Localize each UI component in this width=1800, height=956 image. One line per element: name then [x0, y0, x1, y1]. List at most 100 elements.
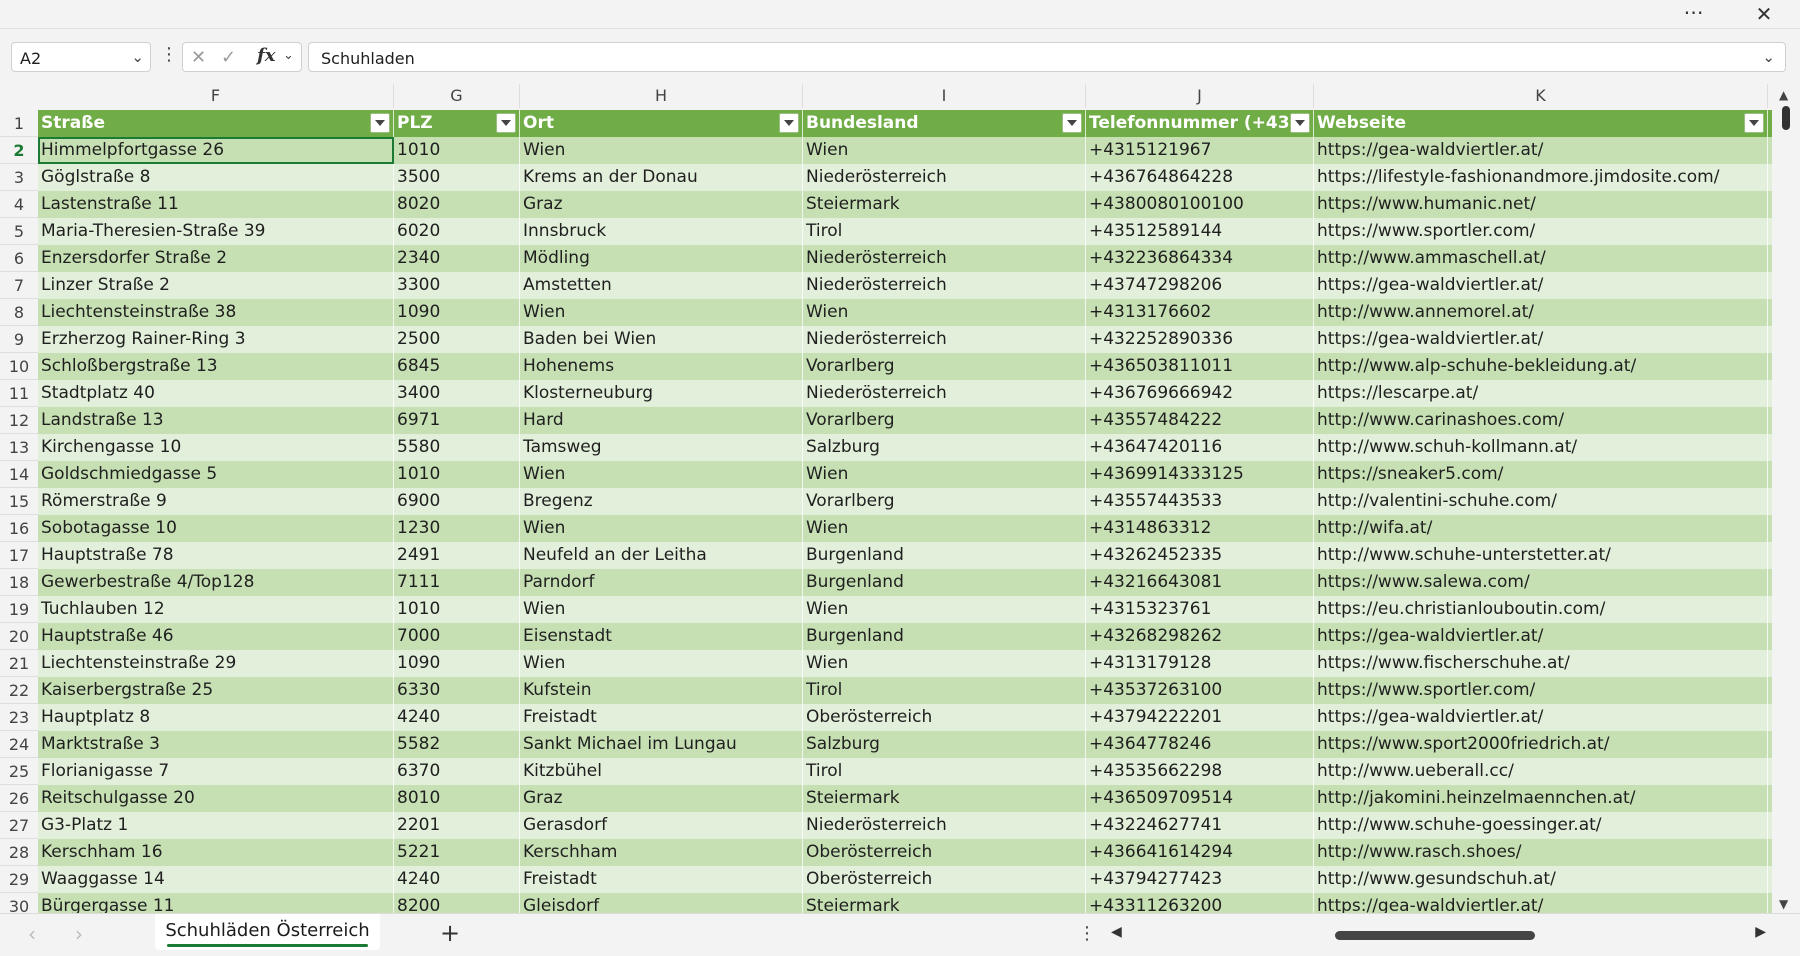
table-cell[interactable]: Gleisdorf [520, 893, 803, 913]
table-cell[interactable]: Tirol [803, 758, 1086, 785]
column-header-f[interactable]: F [38, 84, 394, 108]
table-cell[interactable]: 7000 [394, 623, 520, 650]
table-cell[interactable]: http://www.schuh-kollmann.at/ [1314, 434, 1768, 461]
table-cell[interactable]: Gewerbestraße 4/Top128 [38, 569, 394, 596]
row-header-11[interactable]: 11 [0, 380, 38, 407]
row-header-8[interactable]: 8 [0, 299, 38, 326]
close-icon[interactable]: ✕ [1744, 0, 1784, 28]
table-cell[interactable]: Burgenland [803, 569, 1086, 596]
table-cell[interactable]: 6845 [394, 353, 520, 380]
table-cell[interactable]: Lastenstraße 11 [38, 191, 394, 218]
table-cell[interactable]: Burgenland [803, 542, 1086, 569]
table-cell[interactable]: http://www.schuhe-goessinger.at/ [1314, 812, 1768, 839]
table-cell[interactable]: Wien [803, 596, 1086, 623]
filter-dropdown-icon[interactable] [1290, 113, 1310, 133]
table-cell[interactable]: Vorarlberg [803, 488, 1086, 515]
filter-dropdown-icon[interactable] [1062, 113, 1082, 133]
row-header-28[interactable]: 28 [0, 839, 38, 866]
table-cell[interactable]: +43216643081 [1086, 569, 1314, 596]
table-cell[interactable]: Wien [520, 596, 803, 623]
row-header-3[interactable]: 3 [0, 164, 38, 191]
table-cell[interactable]: Hauptstraße 46 [38, 623, 394, 650]
table-cell[interactable]: Amstetten [520, 272, 803, 299]
table-cell[interactable]: Niederösterreich [803, 380, 1086, 407]
table-cell[interactable]: https://gea-waldviertler.at/ [1314, 893, 1768, 913]
column-header-i[interactable]: I [803, 84, 1086, 108]
table-cell[interactable]: +43647420116 [1086, 434, 1314, 461]
table-cell[interactable]: Niederösterreich [803, 812, 1086, 839]
table-cell[interactable]: Niederösterreich [803, 245, 1086, 272]
table-cell[interactable]: +43262452335 [1086, 542, 1314, 569]
table-cell[interactable]: 4240 [394, 704, 520, 731]
row-header-13[interactable]: 13 [0, 434, 38, 461]
table-cell[interactable]: 6971 [394, 407, 520, 434]
table-cell[interactable]: +43794222201 [1086, 704, 1314, 731]
table-cell[interactable]: +4313176602 [1086, 299, 1314, 326]
table-cell[interactable]: Niederösterreich [803, 326, 1086, 353]
row-header-29[interactable]: 29 [0, 866, 38, 893]
table-cell[interactable]: Graz [520, 785, 803, 812]
table-cell[interactable]: 5221 [394, 839, 520, 866]
table-cell[interactable]: Wien [520, 137, 803, 164]
previous-sheet-icon[interactable]: ‹ [28, 922, 36, 946]
table-cell[interactable]: Sobotagasse 10 [38, 515, 394, 542]
table-cell[interactable]: http://www.annemorel.at/ [1314, 299, 1768, 326]
table-cell[interactable]: Wien [803, 137, 1086, 164]
row-header-7[interactable]: 7 [0, 272, 38, 299]
table-cell[interactable]: Enzersdorfer Straße 2 [38, 245, 394, 272]
table-cell[interactable]: Liechtensteinstraße 29 [38, 650, 394, 677]
table-cell[interactable]: http://www.carinashoes.com/ [1314, 407, 1768, 434]
table-cell[interactable]: +4315323761 [1086, 596, 1314, 623]
table-cell[interactable]: http://www.gesundschuh.at/ [1314, 866, 1768, 893]
next-sheet-icon[interactable]: › [75, 922, 83, 946]
column-header-g[interactable]: G [394, 84, 520, 108]
table-cell[interactable]: Tirol [803, 218, 1086, 245]
sheet-grid[interactable]: Bürgergasse 11 8200 Gleisdorf Steiermark +43… [38, 110, 1772, 913]
table-cell[interactable]: Oberösterreich [803, 839, 1086, 866]
row-header-21[interactable]: 21 [0, 650, 38, 677]
table-cell[interactable]: Salzburg [803, 731, 1086, 758]
table-cell[interactable]: Linzer Straße 2 [38, 272, 394, 299]
more-options-icon[interactable]: ⋯ [1674, 0, 1714, 28]
table-cell[interactable]: Neufeld an der Leitha [520, 542, 803, 569]
table-cell[interactable]: Niederösterreich [803, 272, 1086, 299]
table-cell[interactable]: Stadtplatz 40 [38, 380, 394, 407]
row-header-2[interactable]: 2 [0, 137, 38, 164]
header-cell[interactable]: Ort [520, 110, 803, 137]
table-cell[interactable]: Niederösterreich [803, 164, 1086, 191]
table-cell[interactable]: Graz [520, 191, 803, 218]
row-header-14[interactable]: 14 [0, 461, 38, 488]
table-cell[interactable]: https://www.sport2000friedrich.at/ [1314, 731, 1768, 758]
row-header-1[interactable]: 1 [0, 110, 38, 137]
column-header-j[interactable]: J [1086, 84, 1314, 108]
row-header-16[interactable]: 16 [0, 515, 38, 542]
table-cell[interactable]: Steiermark [803, 191, 1086, 218]
table-cell[interactable]: 1230 [394, 515, 520, 542]
table-cell[interactable]: http://www.ammaschell.at/ [1314, 245, 1768, 272]
table-cell[interactable]: Waaggasse 14 [38, 866, 394, 893]
scroll-down-icon[interactable]: ▼ [1779, 897, 1788, 911]
name-box[interactable]: A2 ⌄ [11, 42, 151, 72]
table-cell[interactable]: Mödling [520, 245, 803, 272]
table-cell[interactable]: Steiermark [803, 893, 1086, 913]
table-cell[interactable]: 8200 [394, 893, 520, 913]
cancel-icon[interactable]: ✕ [191, 47, 206, 68]
table-cell[interactable]: 1090 [394, 650, 520, 677]
table-cell[interactable]: Kaiserbergstraße 25 [38, 677, 394, 704]
table-cell[interactable]: 6020 [394, 218, 520, 245]
table-cell[interactable]: 2491 [394, 542, 520, 569]
table-cell[interactable]: Wien [803, 299, 1086, 326]
table-cell[interactable]: Oberösterreich [803, 866, 1086, 893]
table-cell[interactable]: Krems an der Donau [520, 164, 803, 191]
column-header-k[interactable]: K [1314, 84, 1768, 108]
table-cell[interactable]: +432252890336 [1086, 326, 1314, 353]
table-cell[interactable]: Parndorf [520, 569, 803, 596]
table-cell[interactable]: 2500 [394, 326, 520, 353]
table-cell[interactable]: +43747298206 [1086, 272, 1314, 299]
formula-input[interactable]: Schuhladen ⌄ [308, 42, 1786, 72]
table-cell[interactable]: Steiermark [803, 785, 1086, 812]
table-cell[interactable]: 1010 [394, 461, 520, 488]
table-cell[interactable]: 1090 [394, 299, 520, 326]
table-cell[interactable]: 3500 [394, 164, 520, 191]
table-cell[interactable]: Kerschham 16 [38, 839, 394, 866]
